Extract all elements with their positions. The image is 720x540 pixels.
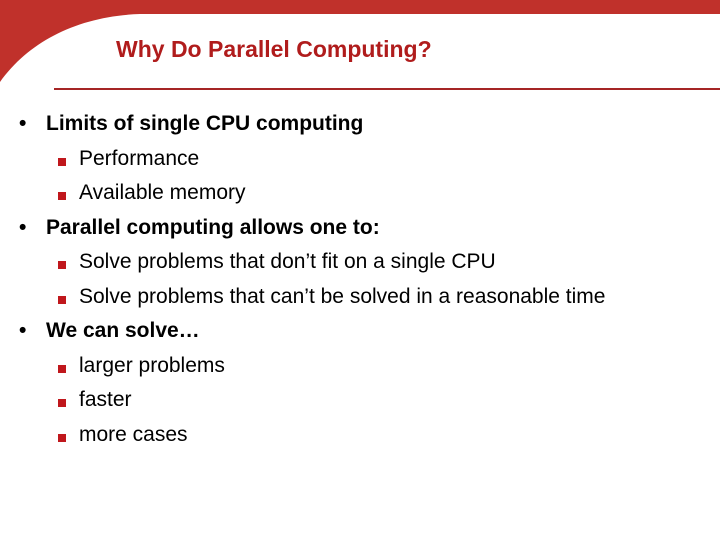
title-underline xyxy=(54,88,720,90)
list-item: • Limits of single CPU computing xyxy=(19,112,364,135)
square-bullet-icon xyxy=(58,433,66,442)
list-item: more cases xyxy=(0,423,720,458)
list-item: • Parallel computing allows one to: xyxy=(19,215,380,239)
slide-title: Why Do Parallel Computing? xyxy=(116,36,432,62)
bullet-list: • Limits of single CPU computing Perform… xyxy=(0,112,720,457)
list-item: faster xyxy=(0,388,720,423)
list-item: • We can solve… xyxy=(19,319,200,342)
list-item: Performance xyxy=(0,147,720,182)
list-item: larger problems xyxy=(0,354,720,389)
square-bullet-icon xyxy=(58,192,66,200)
square-bullet-icon xyxy=(58,157,66,166)
bullet-icon: • xyxy=(19,215,27,239)
square-bullet-icon xyxy=(58,364,66,373)
list-item: Solve problems that can’t be solved in a… xyxy=(0,285,720,320)
square-bullet-icon xyxy=(58,295,66,304)
list-item: Available memory xyxy=(0,181,720,216)
list-item: Solve problems that don’t fit on a singl… xyxy=(0,250,720,285)
bullet-icon: • xyxy=(19,112,27,135)
bullet-icon: • xyxy=(19,319,27,342)
square-bullet-icon xyxy=(58,399,66,407)
square-bullet-icon xyxy=(58,261,66,269)
